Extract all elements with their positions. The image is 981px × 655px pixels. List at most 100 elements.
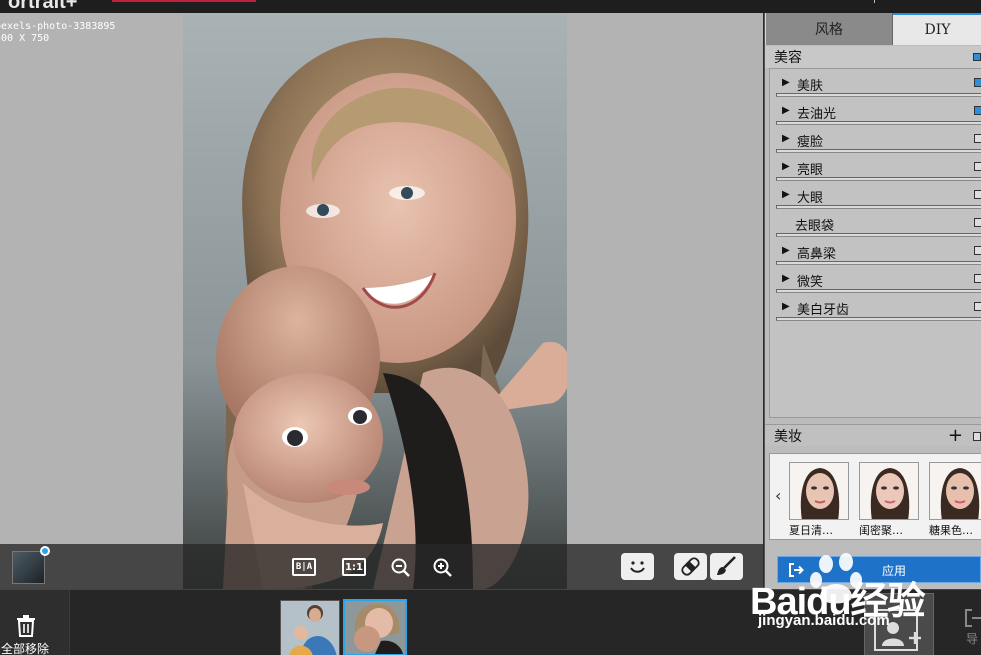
remove-all-label: 全部移除 [1,642,50,655]
tray-thumbnail[interactable] [280,600,340,655]
beauty-item-checkbox[interactable] [974,246,981,255]
expand-arrow-icon[interactable]: ▶ [782,189,790,200]
tray-thumbnail-image [345,601,405,654]
tab-style[interactable]: 风格 [766,13,893,45]
beauty-toggle-checkbox[interactable] [973,53,981,61]
beauty-item-teeth-whiten[interactable]: ▶ 美白牙齿 [770,293,981,321]
panel-tabs: 风格 DIY [765,13,981,45]
brush-button[interactable] [710,553,743,580]
beauty-item-checkbox[interactable] [974,218,981,227]
zoom-in-icon[interactable] [433,558,453,578]
tray-thumbnail-selected[interactable] [343,599,407,655]
bandage-icon [681,557,700,576]
before-after-button[interactable]: B|A [292,558,316,576]
expand-arrow-icon[interactable]: ▶ [782,245,790,256]
apply-button[interactable]: 应用 [777,556,981,583]
scroll-left-icon[interactable]: ‹ [775,486,781,505]
makeup-preset[interactable]: 夏日清… [789,462,849,537]
makeup-preset-label: 夏日清… [789,524,833,537]
file-info: pexels-photo-3383895 500 X 750 [0,21,115,45]
beauty-list: ▶ 美肤 ▶ 去油光 ▶ 瘦脸 ▶ 亮眼 ▶ 大眼 去眼袋 ▶ 高鼻梁 ▶ 微笑… [769,68,981,418]
trash-icon [17,615,35,637]
beauty-item-smile[interactable]: ▶ 微笑 [770,265,981,293]
beauty-item-nose-bridge[interactable]: ▶ 高鼻梁 [770,237,981,265]
makeup-preset-label: 闺密聚… [859,524,903,537]
beauty-item-skin[interactable]: ▶ 美肤 [770,69,981,97]
makeup-section-header: 美妆 + [765,424,981,446]
add-person-button[interactable] [864,593,934,655]
app-title: ortrait+ [8,0,78,13]
window-control-icon[interactable] [874,0,882,3]
add-makeup-icon[interactable]: + [948,425,963,447]
beauty-item-label: 美肤 [797,79,824,94]
beauty-item-label: 大眼 [797,191,824,206]
beauty-item-checkbox[interactable] [974,274,981,283]
beauty-item-checkbox[interactable] [974,106,981,115]
beauty-item-slider[interactable] [776,317,981,321]
selected-indicator-dot [40,546,50,556]
spot-heal-button[interactable] [674,553,707,580]
beauty-item-deshine[interactable]: ▶ 去油光 [770,97,981,125]
canvas-toolbar: B|A 1:1 [0,544,763,589]
expand-arrow-icon[interactable]: ▶ [782,105,790,116]
beauty-section-header: 美容 [765,46,981,68]
beauty-item-checkbox[interactable] [974,78,981,87]
makeup-preset-image [789,462,849,520]
title-accent-bar [112,0,256,2]
smiley-face-icon [630,561,645,573]
beauty-section-title: 美容 [774,50,802,66]
apply-label: 应用 [882,564,907,578]
apply-exit-icon [789,563,804,577]
beauty-item-label: 亮眼 [797,163,824,178]
expand-arrow-icon[interactable]: ▶ [782,161,790,172]
title-bar: ortrait+ [0,0,981,13]
photo-canvas[interactable]: pexels-photo-3383895 500 X 750 B|A 1:1 [0,13,763,589]
beauty-item-checkbox[interactable] [974,162,981,171]
portrait-photo [183,13,567,589]
add-person-icon [874,609,921,651]
beauty-item-checkbox[interactable] [974,134,981,143]
makeup-toggle-checkbox[interactable] [973,432,981,441]
makeup-section-title: 美妆 [774,428,802,445]
edit-panel: 风格 DIY 美容 ▶ 美肤 ▶ 去油光 ▶ 瘦脸 ▶ 亮眼 ▶ 大眼 去眼袋 … [764,13,981,589]
beauty-item-eye-bags[interactable]: 去眼袋 [770,209,981,237]
tab-diy[interactable]: DIY [893,13,981,45]
beauty-item-checkbox[interactable] [974,302,981,311]
export-label: 导 [966,632,979,646]
beauty-item-label: 高鼻梁 [797,247,837,262]
remove-all-button[interactable]: 全部移除 [0,590,70,655]
photo-tray: 全部移除 导 [0,589,981,655]
before-after-icon: B|A [295,562,313,572]
zoom-out-icon[interactable] [391,558,411,578]
beauty-item-checkbox[interactable] [974,190,981,199]
makeup-presets-strip: ‹ 夏日清… 闺密聚… 糖果色… [769,453,981,540]
export-button[interactable]: 导 [950,606,981,655]
beauty-item-label: 去眼袋 [795,219,835,234]
app-window: ortrait+ pexels-photo-3383895 500 X 750 [0,0,981,655]
beauty-item-big-eyes[interactable]: ▶ 大眼 [770,181,981,209]
makeup-preset[interactable]: 闺密聚… [859,462,919,537]
beauty-item-label: 瘦脸 [797,135,824,150]
actual-size-icon: 1:1 [345,561,363,573]
beauty-item-label: 美白牙齿 [797,303,850,318]
portrait-image [183,13,567,589]
expand-arrow-icon[interactable]: ▶ [782,133,790,144]
expand-arrow-icon[interactable]: ▶ [782,77,790,88]
makeup-preset-image [859,462,919,520]
actual-size-button[interactable]: 1:1 [342,558,366,576]
file-name: pexels-photo-3383895 [0,21,116,32]
file-dimensions: 500 X 750 [0,33,50,44]
expand-arrow-icon[interactable]: ▶ [782,301,790,312]
makeup-preset-label: 糖果色… [929,524,973,537]
export-icon [965,609,981,627]
expand-arrow-icon[interactable]: ▶ [782,273,790,284]
beauty-item-slim-face[interactable]: ▶ 瘦脸 [770,125,981,153]
brush-icon [717,556,736,575]
face-detect-button[interactable] [621,553,654,580]
beauty-item-bright-eyes[interactable]: ▶ 亮眼 [770,153,981,181]
makeup-preset[interactable]: 糖果色… [929,462,981,537]
tray-thumbnail-image [281,601,339,655]
beauty-item-label: 去油光 [797,107,837,122]
beauty-item-label: 微笑 [797,275,824,290]
current-photo-thumbnail[interactable] [12,546,50,584]
